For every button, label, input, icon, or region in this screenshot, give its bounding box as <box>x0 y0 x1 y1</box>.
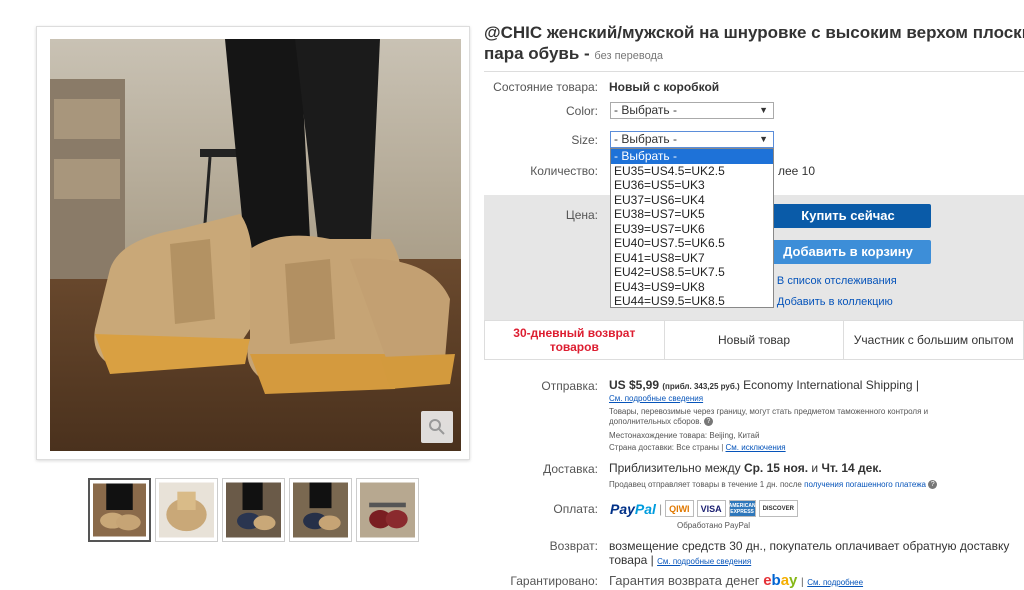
ebay-logo: ebay <box>763 572 798 589</box>
ships-to: Страна доставки: Все страны | См. исключ… <box>609 443 786 452</box>
size-option[interactable]: - Выбрать - <box>611 149 773 164</box>
returns-text-line2: товара | См. подробные сведения <box>609 553 752 567</box>
returns-details-link[interactable]: См. подробные сведения <box>657 557 751 566</box>
size-select[interactable]: - Выбрать - ▼ <box>610 131 774 148</box>
shipping-details-link[interactable]: См. подробные сведения <box>609 394 703 403</box>
paypal-logo: PayPal <box>610 500 656 517</box>
size-dropdown-list[interactable]: - Выбрать - EU35=US4.5=UK2.5 EU36=US5=UK… <box>610 148 774 308</box>
payment-logos: PayPal | QIWI VISA AMERICAN EXPRESS DISC… <box>610 500 798 517</box>
untranslated-note: без перевода <box>594 50 664 62</box>
quantity-available: лее 10 <box>778 164 816 178</box>
condition-label: Состояние товара: <box>493 80 598 94</box>
color-select[interactable]: - Выбрать - ▼ <box>610 102 774 119</box>
shipping-approx: (прибл. 343,25 руб.) <box>662 382 740 391</box>
product-title-line2: пара обувь - без перевода <box>484 44 664 63</box>
quantity-label: Количество: <box>530 164 598 178</box>
customs-note: Товары, перевозимые через границу, могут… <box>609 407 929 427</box>
magnifier-icon <box>429 419 445 435</box>
amex-logo: AMERICAN EXPRESS <box>728 500 756 517</box>
visa-logo: VISA <box>696 500 726 517</box>
badges-row: 30-дневный возврат товаров Новый товар У… <box>484 320 1024 360</box>
shipping-price: US $5,99 <box>609 378 660 392</box>
watchlist-link[interactable]: • В список отслеживания <box>770 275 897 287</box>
thumbnail-strip <box>88 478 419 542</box>
price-label: Цена: <box>565 208 598 222</box>
cleared-payment-link[interactable]: получения погашенного платежа <box>804 480 926 489</box>
badge-new: Новый товар <box>665 321 845 359</box>
thumbnail-2[interactable] <box>155 478 218 542</box>
badge-seller: Участник с большим опытом <box>853 333 1014 347</box>
divider <box>484 71 1024 72</box>
condition-value: Новый с коробкой <box>609 80 720 94</box>
add-to-collection-link[interactable]: • Добавить в коллекцию <box>770 296 893 308</box>
item-location: Местонахождение товара: Beijing, Китай <box>609 431 760 440</box>
image-gallery <box>36 26 470 460</box>
thumbnail-5[interactable] <box>356 478 419 542</box>
paypal-processed: Обработано PayPal <box>677 521 751 530</box>
chevron-down-icon: ▼ <box>759 134 768 144</box>
size-label: Size: <box>571 133 598 147</box>
shipping-label: Отправка: <box>541 379 598 393</box>
shipping-line: US $5,99 (прибл. 343,25 руб.) Economy In… <box>609 378 919 392</box>
size-option[interactable]: EU41=US8=UK7 <box>611 251 773 266</box>
size-option[interactable]: EU38=US7=UK5 <box>611 207 773 222</box>
zoom-button[interactable] <box>421 411 453 443</box>
discover-logo: DISCOVER <box>758 500 798 517</box>
chevron-down-icon: ▼ <box>759 105 768 115</box>
returns-text: возмещение средств 30 дн., покупатель оп… <box>609 539 1010 553</box>
size-option[interactable]: EU40=US7.5=UK6.5 <box>611 236 773 251</box>
qiwi-logo: QIWI <box>665 500 694 517</box>
exceptions-link[interactable]: См. исключения <box>726 443 786 452</box>
add-to-cart-button[interactable]: Добавить в корзину <box>765 240 931 264</box>
product-title: @CHIC женский/мужской на шнуровке с высо… <box>484 23 1024 42</box>
thumbnail-1[interactable] <box>88 478 151 542</box>
size-option[interactable]: EU36=US5=UK3 <box>611 178 773 193</box>
thumbnail-3[interactable] <box>222 478 285 542</box>
handling-note: Продавец отправляет товары в течение 1 д… <box>609 480 938 490</box>
guarantee-line: Гарантия возврата денег ebay | См. подро… <box>609 572 864 589</box>
info-icon[interactable]: ? <box>703 417 713 427</box>
size-option[interactable]: EU35=US4.5=UK2.5 <box>611 164 773 179</box>
size-option[interactable]: EU39=US7=UK6 <box>611 222 773 237</box>
size-option[interactable]: EU44=US9.5=UK8.5 <box>611 294 773 309</box>
payment-label: Оплата: <box>553 502 598 516</box>
thumbnail-4[interactable] <box>289 478 352 542</box>
main-product-image[interactable] <box>50 39 461 451</box>
guarantee-more-link[interactable]: См. подробнее <box>807 578 863 587</box>
info-icon[interactable]: ? <box>928 480 938 490</box>
buy-now-button[interactable]: Купить сейчас <box>765 204 931 228</box>
returns-label: Возврат: <box>549 539 598 553</box>
badge-returns: 30-дневный возврат товаров <box>485 321 665 359</box>
delivery-estimate: Приблизительно между Ср. 15 ноя. и Чт. 1… <box>609 461 882 475</box>
guarantee-label: Гарантировано: <box>510 574 598 588</box>
color-label: Color: <box>565 104 598 118</box>
delivery-label: Доставка: <box>543 462 598 476</box>
size-option[interactable]: EU42=US8.5=UK7.5 <box>611 265 773 280</box>
size-option[interactable]: EU37=US6=UK4 <box>611 193 773 208</box>
size-option[interactable]: EU43=US9=UK8 <box>611 280 773 295</box>
shipping-service: Economy International Shipping | <box>743 378 919 392</box>
